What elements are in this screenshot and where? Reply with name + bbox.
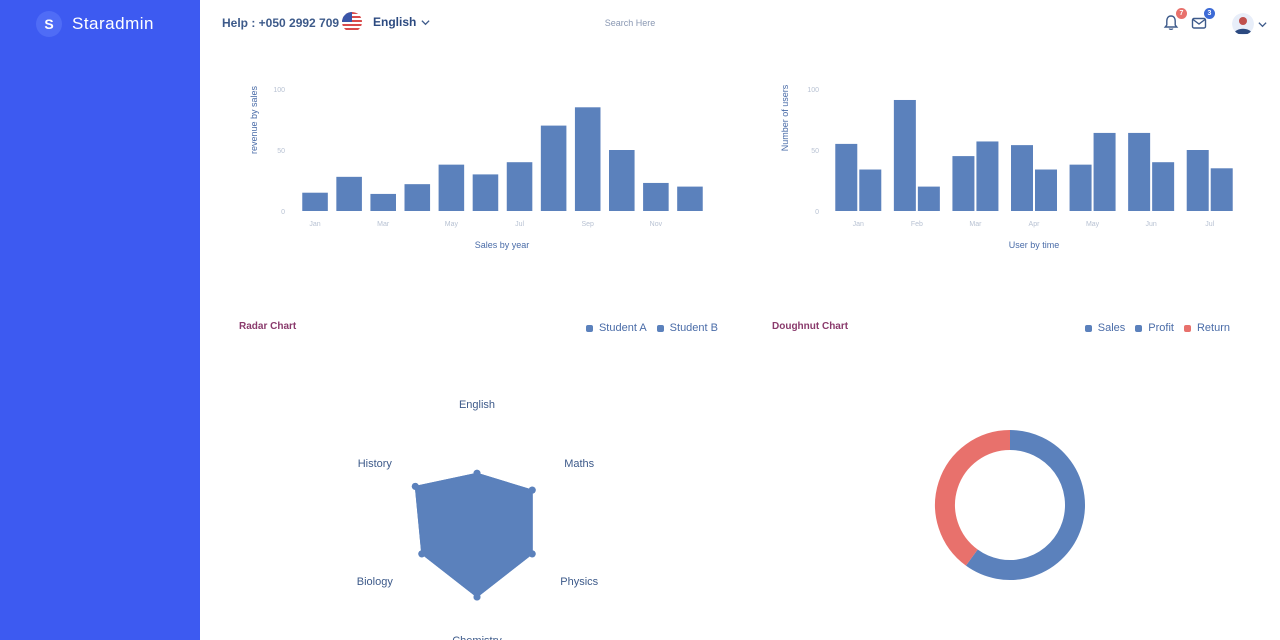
- radar-point: [411, 482, 419, 490]
- x-tick-label: Apr: [1029, 221, 1041, 228]
- bar: [506, 162, 533, 211]
- language-label: English: [373, 15, 417, 29]
- brand-name: Staradmin: [72, 14, 154, 33]
- users-bar-chart-card: 0 50 100 Jan Feb Mar Apr May Jun Jul User by time N…: [750, 48, 1270, 298]
- radar-axis-label: Chemistry: [452, 635, 502, 640]
- doughnut-slice: [935, 430, 1011, 566]
- top-navbar: Help : +050 2992 709 English 7 3: [200, 0, 1280, 48]
- bar: [336, 176, 362, 211]
- user-avatar: [1232, 13, 1254, 35]
- x-tick-label: May: [445, 221, 459, 228]
- y-tick-label: 50: [277, 148, 285, 155]
- y-axis-title: revenue by sales: [249, 85, 259, 154]
- help-phone: Help : +050 2992 709: [222, 16, 340, 30]
- radar-point: [528, 550, 536, 558]
- chevron-down-icon: [421, 19, 430, 25]
- radar-axis-label: Physics: [560, 576, 598, 588]
- bar: [835, 143, 858, 211]
- x-tick-label: Mar: [377, 221, 390, 228]
- x-tick-label: Sep: [581, 221, 594, 228]
- bar: [1186, 150, 1209, 211]
- y-tick-label: 0: [281, 209, 285, 216]
- bar: [609, 150, 635, 211]
- bar: [643, 182, 669, 211]
- x-tick-label: May: [1086, 221, 1100, 228]
- x-tick-label: Jul: [1205, 221, 1214, 228]
- bar: [859, 169, 882, 211]
- brand-logo: S: [36, 11, 62, 37]
- bar: [917, 186, 940, 211]
- bar: [370, 193, 396, 211]
- bar: [472, 174, 499, 211]
- x-tick-label: Jan: [309, 221, 320, 228]
- radar-point: [528, 486, 536, 494]
- bar: [302, 192, 328, 211]
- bar: [1093, 132, 1116, 211]
- bar: [1069, 164, 1092, 211]
- doughnut-slice: [965, 430, 1085, 580]
- messages-button[interactable]: 3: [1190, 8, 1215, 32]
- sales-bar-chart-card: 0 50 100 Jan Mar May Jul Sep Nov Sales by year rev…: [215, 48, 750, 298]
- bar: [1128, 132, 1151, 211]
- notifications-button[interactable]: 7: [1162, 8, 1187, 32]
- bar: [574, 107, 601, 211]
- user-menu[interactable]: [1232, 13, 1267, 35]
- search-input[interactable]: [530, 14, 730, 32]
- radar-point: [473, 469, 481, 477]
- doughnut-chart: [935, 430, 1085, 580]
- bar: [1011, 145, 1033, 211]
- bar: [1152, 162, 1175, 211]
- x-axis-title: Sales by year: [475, 240, 530, 250]
- bar: [1210, 168, 1233, 211]
- notification-count-badge: 7: [1176, 8, 1187, 19]
- message-count-badge: 3: [1204, 8, 1215, 19]
- radar-area: [414, 472, 533, 598]
- bar: [952, 156, 975, 211]
- x-tick-label: Nov: [650, 221, 663, 228]
- x-axis-title: User by time: [1009, 240, 1060, 250]
- radar-axis-label: Maths: [564, 458, 594, 470]
- y-axis-title: Number of users: [780, 84, 790, 151]
- bar: [1035, 169, 1057, 211]
- bar: [540, 125, 567, 211]
- radar-chart-card: Radar Chart Student A Student B English M…: [215, 300, 750, 640]
- bar: [438, 164, 465, 211]
- us-flag-icon: [342, 12, 362, 32]
- language-selector[interactable]: English: [342, 12, 430, 32]
- x-tick-label: Jun: [1145, 221, 1156, 228]
- x-tick-label: Mar: [969, 221, 982, 228]
- doughnut-chart-card: Doughnut Chart Sales Profit Return: [750, 300, 1270, 640]
- radar-axis-label: History: [358, 458, 393, 470]
- brand[interactable]: S Staradmin: [36, 11, 154, 37]
- bar: [893, 99, 916, 211]
- y-tick-label: 100: [807, 87, 819, 94]
- sidebar: S Staradmin: [0, 0, 200, 640]
- users-bar-chart: 0 50 100 Jan Feb Mar Apr May Jun Jul User by time N…: [780, 84, 1233, 250]
- bar: [404, 184, 431, 211]
- y-tick-label: 50: [811, 148, 819, 155]
- bar: [976, 141, 999, 211]
- x-tick-label: Jul: [515, 221, 524, 228]
- radar-point: [473, 593, 481, 601]
- y-tick-label: 0: [815, 209, 819, 216]
- radar-point: [418, 550, 426, 558]
- chevron-down-icon: [1258, 21, 1267, 27]
- radar-axis-label: Biology: [357, 576, 394, 588]
- sales-bar-chart: 0 50 100 Jan Mar May Jul Sep Nov Sales by year rev…: [249, 85, 703, 250]
- x-tick-label: Jan: [853, 221, 864, 228]
- radar-chart: English Maths Physics Chemistry Biology Histo…: [357, 399, 599, 640]
- bar: [677, 186, 703, 211]
- radar-axis-label: English: [459, 399, 495, 411]
- y-tick-label: 100: [273, 87, 285, 94]
- x-tick-label: Feb: [911, 221, 923, 228]
